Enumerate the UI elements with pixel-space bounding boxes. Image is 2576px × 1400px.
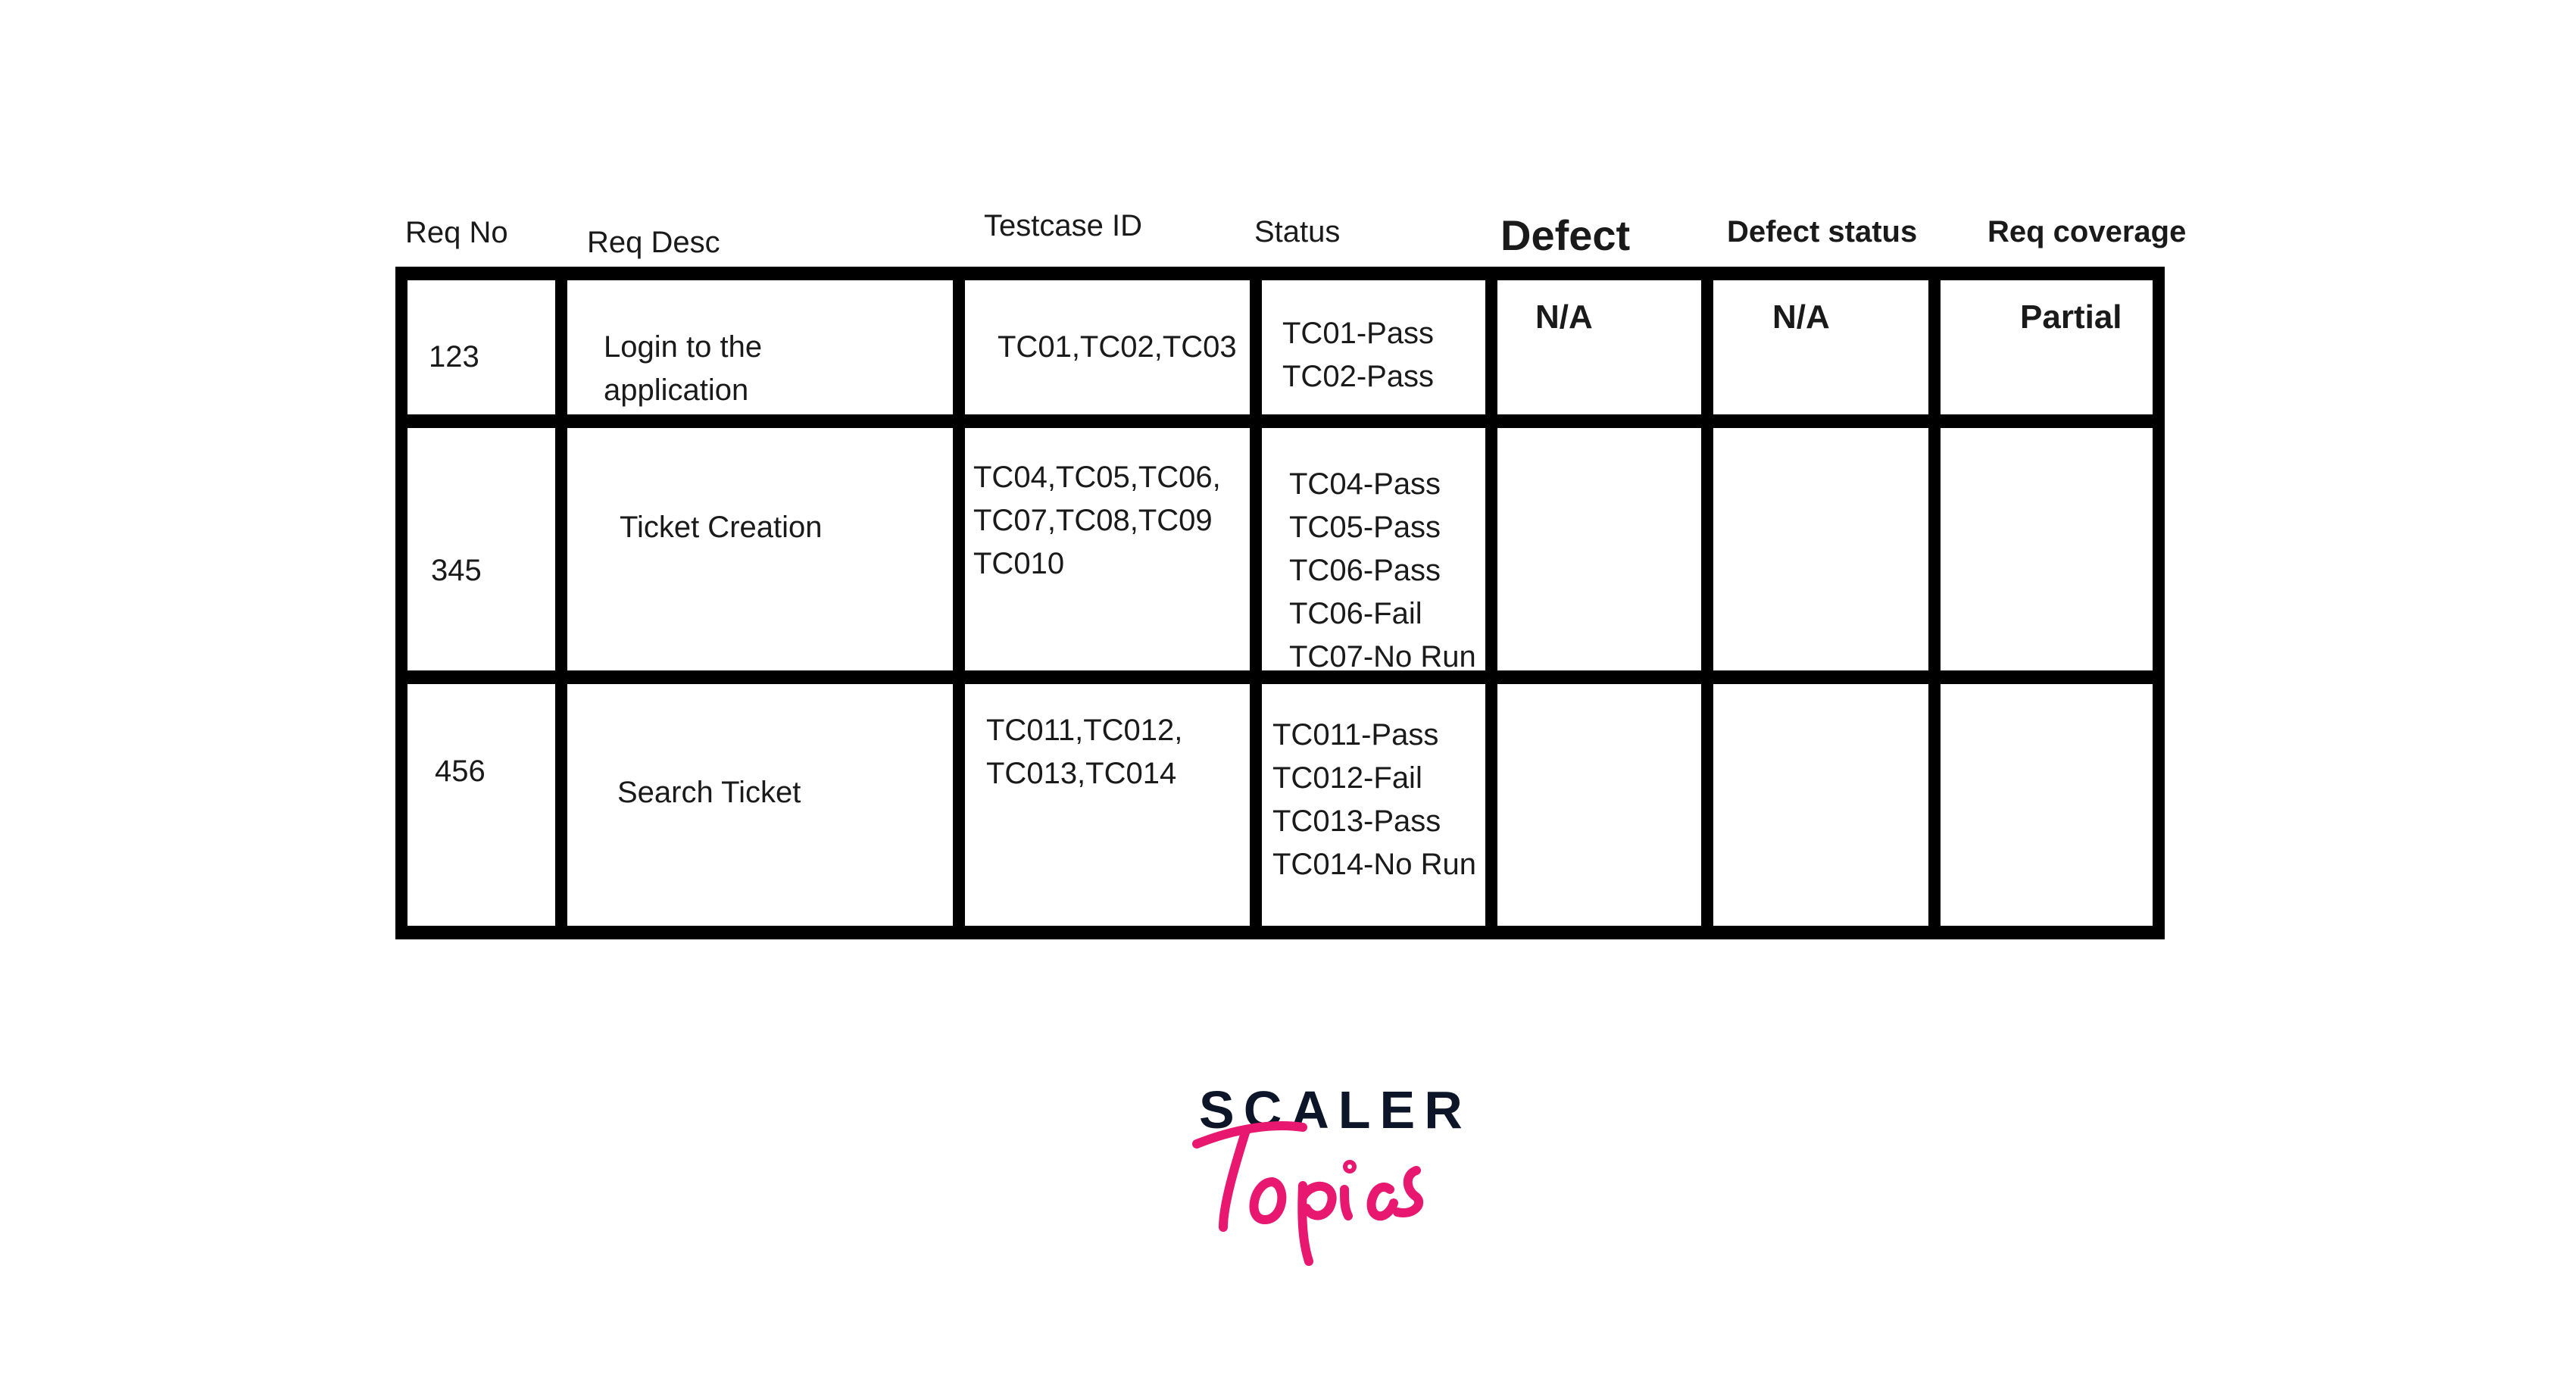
cell-testcase-id: TC010 xyxy=(973,547,1065,580)
table-border-bottom xyxy=(395,926,2165,939)
header-defect: Defect xyxy=(1500,211,1631,259)
cell-req-coverage: Partial xyxy=(2020,298,2122,336)
cell-testcase-id: TC013,TC014 xyxy=(986,757,1177,790)
cell-status: TC07-No Run xyxy=(1289,640,1476,673)
header-testcase-id: Testcase ID xyxy=(984,209,1142,242)
table-border-right xyxy=(2153,267,2165,939)
cell-status: TC011-Pass xyxy=(1272,718,1439,752)
cell-status: TC05-Pass xyxy=(1289,511,1441,544)
header-status: Status xyxy=(1254,215,1341,248)
row-divider xyxy=(401,670,2165,684)
table-border-top xyxy=(395,267,2165,280)
cell-req-desc: Search Ticket xyxy=(617,776,801,809)
col-divider xyxy=(1701,267,1713,939)
cell-status: TC02-Pass xyxy=(1282,360,1435,393)
cell-status: TC06-Fail xyxy=(1289,597,1422,630)
cell-testcase-id: TC04,TC05,TC06, xyxy=(973,461,1221,494)
cell-req-no: 345 xyxy=(431,554,482,587)
col-divider xyxy=(1928,267,1941,939)
cell-req-desc: Ticket Creation xyxy=(620,511,823,544)
cell-req-no: 456 xyxy=(435,755,486,788)
col-divider xyxy=(395,267,407,939)
header-defect-status: Defect status xyxy=(1727,215,1918,248)
row-divider xyxy=(395,414,2165,428)
cell-status: TC04-Pass xyxy=(1289,467,1441,501)
col-divider xyxy=(1250,267,1262,939)
cell-status: TC012-Fail xyxy=(1272,761,1422,795)
col-divider xyxy=(555,267,567,939)
cell-req-desc: Login to the xyxy=(604,330,763,364)
cell-req-no: 123 xyxy=(429,340,479,373)
header-req-coverage: Req coverage xyxy=(1987,215,2187,248)
cell-defect-status: N/A xyxy=(1772,298,1830,336)
cell-defect: N/A xyxy=(1535,298,1593,336)
cell-status: TC013-Pass xyxy=(1272,805,1441,838)
cell-testcase-id: TC01,TC02,TC03 xyxy=(998,330,1237,364)
cell-status: TC01-Pass xyxy=(1282,317,1435,350)
header-req-no: Req No xyxy=(405,216,508,249)
cell-testcase-id: TC07,TC08,TC09 xyxy=(973,504,1213,537)
cell-status: TC06-Pass xyxy=(1289,554,1441,587)
cell-req-desc: application xyxy=(604,373,749,407)
cell-testcase-id: TC011,TC012, xyxy=(986,714,1183,747)
col-divider xyxy=(953,267,965,939)
col-divider xyxy=(1485,267,1497,939)
cell-status: TC014-No Run xyxy=(1272,848,1477,881)
logo-topics-script xyxy=(1192,1121,1424,1266)
header-req-desc: Req Desc xyxy=(587,226,720,259)
